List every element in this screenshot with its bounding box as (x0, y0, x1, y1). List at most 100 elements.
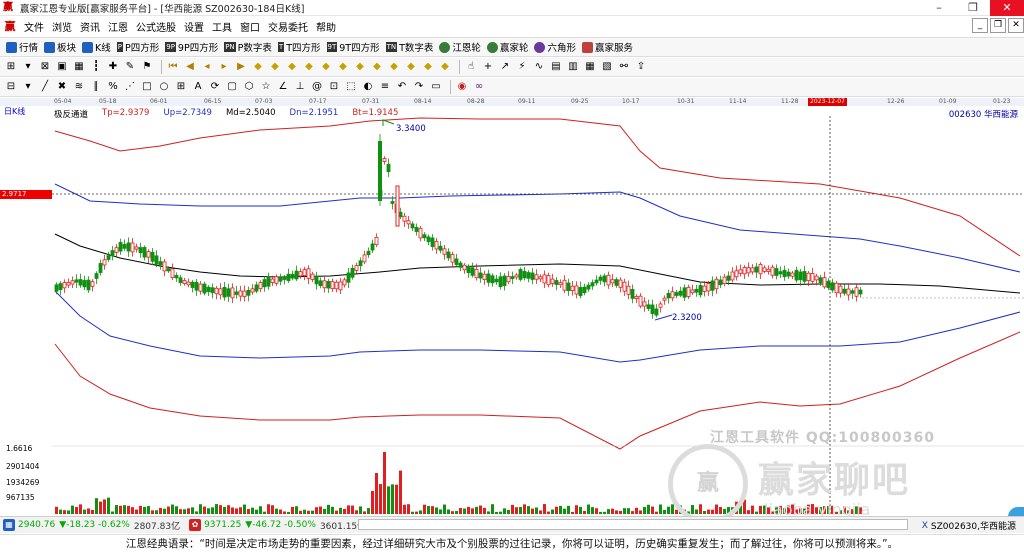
diamond-11-icon[interactable]: ◆ (421, 60, 435, 74)
toolbar-gann-wheel-button[interactable]: 江恩轮 (439, 40, 481, 54)
diamond-1-icon[interactable]: ◆ (251, 60, 265, 74)
square-icon[interactable]: ▢ (225, 80, 239, 94)
dropdown-icon[interactable]: ▾ (21, 60, 35, 74)
flag-icon[interactable]: ⚑ (140, 60, 154, 74)
diamond-6-icon[interactable]: ◆ (336, 60, 350, 74)
lock-icon[interactable]: ⊡ (327, 80, 341, 94)
candle-body (170, 268, 175, 278)
next-icon[interactable]: ▸ (217, 60, 231, 74)
calc-icon[interactable]: ▦ (583, 60, 597, 74)
prev-icon[interactable]: ◂ (200, 60, 214, 74)
hand-icon[interactable]: ☝ (464, 60, 478, 74)
color-icon[interactable]: ◐ (361, 80, 375, 94)
fib-icon[interactable]: ≋ (72, 80, 86, 94)
angle-icon[interactable]: ∠ (276, 80, 290, 94)
measure-icon[interactable]: ⊥ (293, 80, 307, 94)
redo-icon[interactable]: ↷ (412, 80, 426, 94)
grid-icon[interactable]: ⊞ (4, 60, 18, 74)
mdi-minimize-button[interactable]: _ (972, 18, 988, 33)
percent-icon[interactable]: % (106, 80, 120, 94)
arrow-icon[interactable]: ↗ (498, 60, 512, 74)
toolbar-service-button[interactable]: 赢家服务 (581, 40, 633, 54)
diamond-2-icon[interactable]: ◆ (268, 60, 282, 74)
menu-info[interactable]: 资讯 (76, 19, 104, 34)
toolbar-hexagon-button[interactable]: 六角形 (534, 40, 576, 54)
menu-gann[interactable]: 江恩 (104, 19, 132, 34)
toolbar-9p-square-button[interactable]: 9P 9P四方形 (165, 40, 218, 54)
link-icon[interactable]: ⚯ (617, 60, 631, 74)
first-icon[interactable]: ⏮ (166, 60, 180, 74)
pen-icon[interactable]: ✎ (123, 60, 137, 74)
cycle-icon[interactable]: ⟳ (208, 80, 222, 94)
delete-line-icon[interactable]: ✖ (55, 80, 69, 94)
diamond-10-icon[interactable]: ◆ (404, 60, 418, 74)
mdi-restore-button[interactable]: ❐ (990, 18, 1006, 33)
candle-icon[interactable]: ┇ (89, 60, 103, 74)
toolbar-p-number-button[interactable]: PN P数字表 (224, 40, 272, 54)
menu-tools[interactable]: 工具 (208, 19, 236, 34)
speed-line-icon[interactable]: ⚡ (515, 60, 529, 74)
minimize-button[interactable]: – (922, 0, 956, 16)
cross-icon[interactable]: ✚ (106, 60, 120, 74)
spiral-icon[interactable]: @ (310, 80, 324, 94)
menu-help[interactable]: 帮助 (312, 19, 340, 34)
diamond-8-icon[interactable]: ◆ (370, 60, 384, 74)
star-icon[interactable]: ☆ (259, 80, 273, 94)
mdi-close-button[interactable]: ✕ (1008, 18, 1024, 33)
prev-page-icon[interactable]: ◀ (183, 60, 197, 74)
volume-bar (395, 484, 398, 514)
thick-icon[interactable]: ≡ (378, 80, 392, 94)
menu-file[interactable]: 文件 (20, 19, 48, 34)
toolbar-quotes-button[interactable]: 行情 (6, 40, 38, 54)
menu-settings[interactable]: 设置 (180, 19, 208, 34)
diamond-7-icon[interactable]: ◆ (353, 60, 367, 74)
ticker-scrollbar[interactable] (358, 519, 908, 530)
diamond-3-icon[interactable]: ◆ (285, 60, 299, 74)
save-icon[interactable]: ▭ (429, 80, 443, 94)
volume-bar (523, 504, 526, 514)
diamond-5-icon[interactable]: ◆ (319, 60, 333, 74)
zoom-icon[interactable]: ⊠ (38, 60, 52, 74)
calendar-icon[interactable]: ▦ (72, 60, 86, 74)
toolbar-t-number-button[interactable]: TN T数字表 (385, 40, 433, 54)
undo-icon[interactable]: ↶ (395, 80, 409, 94)
box-icon[interactable]: □ (140, 80, 154, 94)
crosshair-icon[interactable]: + (481, 60, 495, 74)
fan-icon[interactable]: ⋰ (123, 80, 137, 94)
template-icon[interactable]: ▣ (55, 60, 69, 74)
wave-icon[interactable]: ∿ (532, 60, 546, 74)
chart-icon[interactable]: ▥ (566, 60, 580, 74)
select-icon[interactable]: ⬚ (344, 80, 358, 94)
menu-formula[interactable]: 公式选股 (132, 19, 180, 34)
toolbar-p-square-button[interactable]: P P四方形 (116, 40, 159, 54)
circle-icon[interactable]: ○ (157, 80, 171, 94)
infinity-icon[interactable]: ∞ (472, 80, 486, 94)
toolbar-sector-button[interactable]: 板块 (44, 40, 76, 54)
diamond-9-icon[interactable]: ◆ (387, 60, 401, 74)
hex-tool-icon[interactable]: ⬡ (242, 80, 256, 94)
table-icon[interactable]: ▤ (549, 60, 563, 74)
toolbar-9t-square-button[interactable]: 9T 9T四方形 (326, 40, 380, 54)
diamond-4-icon[interactable]: ◆ (302, 60, 316, 74)
menu-browse[interactable]: 浏览 (48, 19, 76, 34)
text-icon[interactable]: A (191, 80, 205, 94)
menu-trade[interactable]: 交易委托 (264, 19, 312, 34)
maximize-button[interactable]: ❐ (956, 0, 990, 16)
toolbar-kline-button[interactable]: K线 (82, 40, 111, 54)
period-dropdown-icon[interactable]: ▾ (21, 80, 35, 94)
menu-window[interactable]: 窗口 (236, 19, 264, 34)
data-icon[interactable]: ▧ (600, 60, 614, 74)
toolbar-winner-wheel-button[interactable]: 赢家轮 (486, 40, 528, 54)
close-button[interactable]: ✕ (990, 0, 1024, 16)
export-icon[interactable]: ⇪ (634, 60, 648, 74)
kline-chart[interactable]: 日K线 极反通道 Tp=2.9379 Up=2.7349 Md=2.5040 D… (0, 106, 1024, 531)
next-page-icon[interactable]: ▶ (234, 60, 248, 74)
diamond-12-icon[interactable]: ◆ (438, 60, 452, 74)
drawline-icon[interactable]: ╱ (38, 80, 52, 94)
analysis-grid-icon[interactable]: ⊟ (4, 80, 18, 94)
parallel-icon[interactable]: ∥ (89, 80, 103, 94)
toolbar-t-square-button[interactable]: T T四方形 (277, 40, 321, 54)
gann-grid-icon[interactable]: ⊞ (174, 80, 188, 94)
globe-icon[interactable]: ◉ (455, 80, 469, 94)
menu-logo-icon[interactable]: 赢 (3, 20, 17, 34)
